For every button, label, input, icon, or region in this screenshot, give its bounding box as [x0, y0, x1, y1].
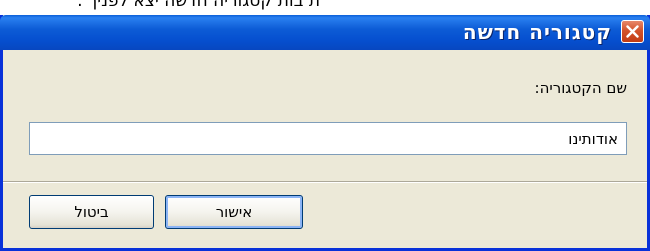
- background-text: ת בות קטגוריה חדשה יצא לפניך :: [77, 0, 320, 10]
- category-name-label: שם הקטגוריה:: [534, 79, 627, 97]
- ok-button[interactable]: אישור: [165, 195, 303, 229]
- new-category-dialog: קטגוריה חדשה שם הקטגוריה: אישור ביטול: [0, 15, 650, 251]
- divider: [3, 181, 647, 183]
- category-name-input[interactable]: [29, 122, 627, 155]
- close-icon: [626, 25, 639, 38]
- dialog-title: קטגוריה חדשה: [462, 20, 612, 44]
- cancel-button[interactable]: ביטול: [29, 195, 154, 229]
- dialog-titlebar[interactable]: קטגוריה חדשה: [0, 15, 650, 50]
- page: ת בות קטגוריה חדשה יצא לפניך : קטגוריה ח…: [0, 0, 650, 251]
- background-text-strip: ת בות קטגוריה חדשה יצא לפניך :: [0, 0, 650, 10]
- close-button[interactable]: [621, 20, 644, 43]
